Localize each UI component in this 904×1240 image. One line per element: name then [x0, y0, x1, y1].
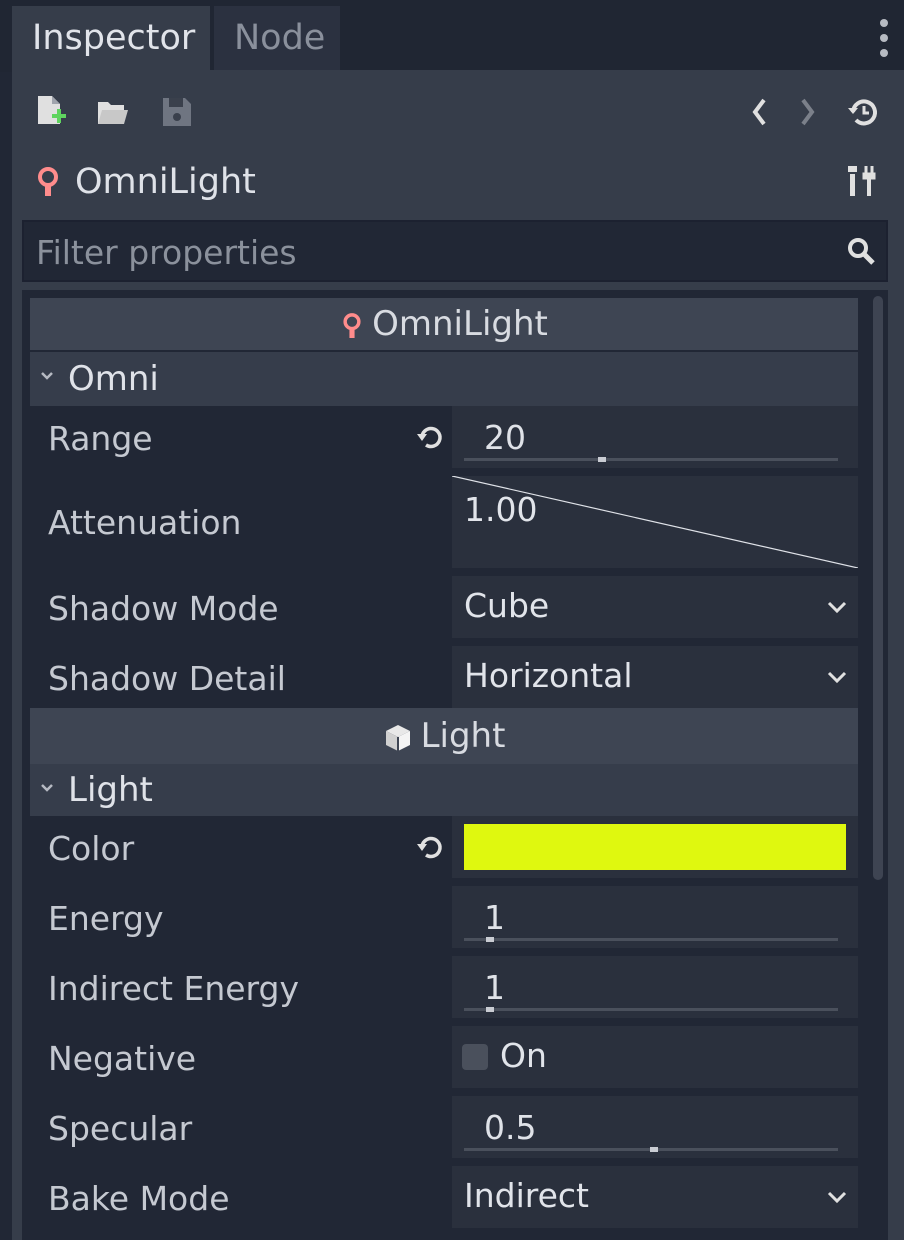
kebab-menu-icon[interactable]	[872, 18, 896, 58]
omnilight-icon	[340, 311, 364, 341]
energy-spinslider[interactable]: 1	[452, 886, 858, 948]
category-omnilight: OmniLight	[30, 298, 858, 350]
light-category-icon	[383, 723, 413, 753]
chevron-down-icon	[40, 783, 54, 793]
bake-mode-dropdown[interactable]: Indirect	[452, 1166, 858, 1228]
dropdown-arrow-icon	[826, 670, 848, 684]
search-icon	[846, 236, 876, 266]
object-properties-icon[interactable]	[846, 164, 876, 198]
range-value: 20	[484, 418, 526, 457]
section-light[interactable]: Light	[30, 764, 858, 816]
color-label: Color	[48, 829, 135, 868]
bake-mode-value: Indirect	[464, 1176, 589, 1215]
indirect-energy-slider-track	[464, 1008, 838, 1011]
object-history-icon[interactable]	[846, 94, 880, 130]
category-light-label: Light	[420, 716, 506, 756]
specular-label: Specular	[48, 1109, 193, 1148]
revert-icon[interactable]	[414, 832, 446, 864]
attenuation-curve-editor[interactable]: 1.00	[452, 476, 858, 568]
indirect-energy-value: 1	[484, 968, 505, 1007]
save-icon[interactable]	[160, 94, 194, 130]
range-slider-track	[464, 458, 838, 461]
energy-slider-track	[464, 938, 838, 941]
indirect-energy-spinslider[interactable]: 1	[452, 956, 858, 1018]
category-omnilight-label: OmniLight	[372, 304, 548, 344]
section-omni[interactable]: Omni	[30, 352, 858, 406]
negative-checkbox[interactable]: On	[452, 1026, 858, 1088]
shadow-mode-label: Shadow Mode	[48, 589, 279, 628]
energy-label: Energy	[48, 899, 164, 938]
tab-node[interactable]: Node	[214, 6, 340, 70]
range-spinslider[interactable]: 20	[452, 406, 858, 468]
scrollbar-thumb[interactable]	[873, 296, 883, 880]
dropdown-arrow-icon	[826, 600, 848, 614]
specular-spinslider[interactable]: 0.5	[452, 1096, 858, 1158]
history-back-icon[interactable]	[744, 94, 778, 130]
revert-icon[interactable]	[414, 422, 446, 454]
shadow-detail-value: Horizontal	[464, 656, 633, 695]
indirect-energy-slider-grabber[interactable]	[486, 1007, 494, 1012]
negative-label: Negative	[48, 1039, 197, 1078]
bake-mode-label: Bake Mode	[48, 1179, 230, 1218]
specular-value: 0.5	[484, 1108, 537, 1147]
filter-properties-input[interactable]	[34, 222, 818, 282]
attenuation-label: Attenuation	[48, 503, 242, 542]
section-light-label: Light	[68, 770, 153, 810]
open-folder-icon[interactable]	[96, 94, 130, 130]
chevron-down-icon	[40, 371, 54, 381]
checkbox-box[interactable]	[462, 1044, 488, 1070]
range-slider-grabber[interactable]	[598, 457, 606, 462]
shadow-mode-value: Cube	[464, 586, 550, 625]
tab-inspector[interactable]: Inspector	[12, 6, 210, 70]
shadow-detail-label: Shadow Detail	[48, 659, 286, 698]
range-label: Range	[48, 419, 153, 458]
section-omni-label: Omni	[68, 359, 159, 399]
color-swatch	[464, 824, 846, 870]
shadow-mode-dropdown[interactable]: Cube	[452, 576, 858, 638]
new-resource-icon[interactable]	[34, 94, 68, 130]
dropdown-arrow-icon	[826, 1190, 848, 1204]
attenuation-value: 1.00	[464, 490, 538, 529]
filter-properties-box	[22, 220, 888, 282]
color-picker-button[interactable]	[452, 816, 858, 878]
omnilight-icon	[34, 165, 62, 199]
energy-slider-grabber[interactable]	[486, 937, 494, 942]
object-name: OmniLight	[75, 162, 256, 202]
shadow-detail-dropdown[interactable]: Horizontal	[452, 646, 858, 708]
history-forward-icon[interactable]	[790, 94, 824, 130]
specular-slider-grabber[interactable]	[650, 1147, 658, 1152]
category-light: Light	[30, 708, 858, 764]
indirect-energy-label: Indirect Energy	[48, 969, 300, 1008]
energy-value: 1	[484, 898, 505, 937]
negative-checkbox-label: On	[500, 1036, 547, 1075]
